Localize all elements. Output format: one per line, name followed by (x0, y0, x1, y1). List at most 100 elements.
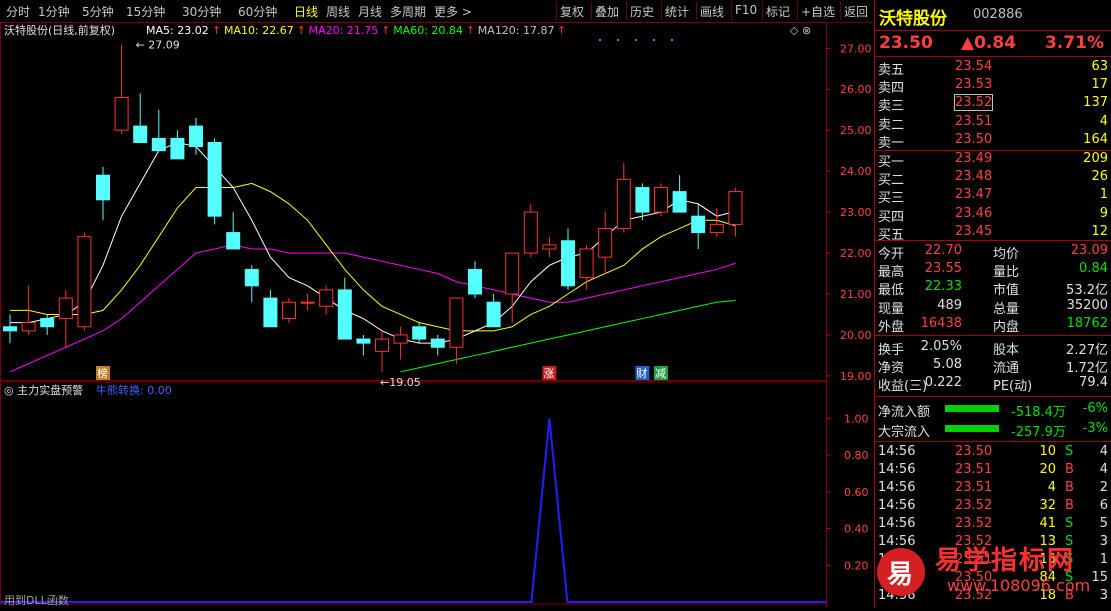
toolbar-action-6[interactable]: 标记 (766, 3, 790, 20)
bid-price: 23.49 (955, 151, 993, 166)
toolbar-action-3[interactable]: 统计 (665, 3, 689, 20)
candle-body (263, 297, 278, 328)
toolbar-action-1[interactable]: 叠加 (595, 3, 619, 20)
candle-body (207, 141, 222, 217)
period-tab-7[interactable]: 周线 (326, 3, 350, 20)
bid-price: 23.48 (955, 169, 993, 185)
ask-label: 卖五 (878, 63, 905, 78)
candle (561, 228, 575, 290)
candle (691, 203, 706, 249)
signal-dot (617, 39, 619, 41)
tick-side: B (1065, 498, 1074, 513)
stat-row: 净资 5.08 流通 1.72亿 (875, 356, 1111, 376)
period-tab-5[interactable]: 60分钟 (238, 3, 277, 20)
indicator-axis-label: 0.20 (844, 559, 869, 572)
dll-footer-label: 用到DLL函数 (4, 594, 69, 607)
toolbar-action-2[interactable]: 历史 (630, 3, 654, 20)
tick-volume: 4 (1047, 480, 1056, 495)
candle (523, 203, 538, 258)
flow-pct: -3% (1082, 421, 1108, 436)
price-axis-label: 27.00 (840, 42, 872, 55)
stat-row: 收益(三) 0.222 PE(动) 79.4 (875, 374, 1111, 395)
stat-label: 最低 (878, 283, 905, 299)
tick-count: 2 (1099, 480, 1108, 495)
stat-row: 换手 2.05% 股本 2.27亿 (875, 338, 1111, 358)
price-change: ▲0.84 (961, 33, 1017, 53)
candle-body (300, 301, 315, 304)
high-price-label: ← 27.09 (136, 39, 180, 52)
candle (3, 314, 17, 344)
tick-row[interactable]: 14:56 23.52 32 B 6 (875, 497, 1111, 515)
toolbar-action-0[interactable]: 复权 (560, 3, 584, 20)
ask-price: 23.51 (955, 113, 993, 129)
event-marker-label: 涨 (543, 367, 554, 380)
candle (337, 277, 352, 340)
candle (579, 244, 594, 290)
period-tab-8[interactable]: 月线 (358, 3, 382, 20)
period-tab-1[interactable]: 1分钟 (38, 3, 70, 20)
tick-row[interactable]: 14:56 23.50 10 S 4 (875, 443, 1111, 461)
period-tab-4[interactable]: 30分钟 (182, 3, 221, 20)
stat-value: 16438 (920, 315, 962, 331)
kline-chart-area[interactable]: 27.00 26.00 25.00 24.00 23.00 22.00 21.00 20.00… (0, 22, 874, 608)
candle-body (40, 318, 55, 328)
period-tab-6[interactable]: 日线 (294, 3, 318, 20)
tick-price: 23.52 (955, 516, 993, 531)
tick-price: 23.51 (955, 462, 993, 477)
period-tab-9[interactable]: 多周期 (390, 3, 426, 20)
toolbar-action-8[interactable]: 返回 (844, 3, 868, 20)
toolbar-action-4[interactable]: 画线 (700, 3, 724, 20)
price-axis-label: 25.00 (840, 124, 872, 137)
period-tab-2[interactable]: 5分钟 (82, 3, 114, 20)
candle (449, 297, 464, 364)
stat-label: 内盘 (993, 319, 1020, 335)
tick-row[interactable]: 14:56 23.51 4 B 2 (875, 479, 1111, 497)
candle (375, 330, 389, 372)
quote-panel: 沃特股份 002886 23.50 ▲0.84 3.71% 卖五 23.54 63 卖… (874, 0, 1111, 608)
tick-row[interactable]: 14:56 23.51 20 B 4 (875, 461, 1111, 479)
candle-body (598, 227, 613, 258)
tick-count: 15 (1091, 570, 1108, 585)
quote-price-row: 23.50 ▲0.84 3.71% (875, 32, 1111, 54)
period-tab-3[interactable]: 15分钟 (126, 3, 165, 20)
price-axis-label: 20.00 (840, 329, 872, 342)
candle-body (393, 334, 408, 344)
period-tab-10[interactable]: 更多 > (434, 3, 472, 20)
toolbar-separator (591, 2, 592, 20)
candle (672, 175, 687, 213)
stat-label: 现量 (878, 301, 905, 317)
stat-value: 22.33 (924, 279, 962, 295)
bid-volume: 209 (1083, 151, 1108, 166)
candle (170, 130, 185, 160)
indicator-plot-frame (0, 381, 827, 605)
indicator-title: ◎ 主力实盘预警 (4, 383, 83, 397)
stat-label: PE(动) (993, 379, 1033, 395)
price-axis-label: 26.00 (840, 83, 872, 96)
last-price: 23.50 (879, 33, 933, 53)
watermark-url: www.108096.com (947, 576, 1091, 595)
ma-label-2: MA20: 21.75 (309, 24, 379, 37)
tick-count: 1 (1099, 552, 1108, 567)
ask-label: 卖三 (878, 99, 905, 115)
watermark-logo-char: 易 (887, 560, 914, 590)
tick-count: 3 (1099, 534, 1108, 549)
tick-row[interactable]: 14:56 23.52 41 S 5 (875, 515, 1111, 533)
candle-body (375, 338, 389, 352)
kline-chart-svg[interactable]: 27.00 26.00 25.00 24.00 23.00 22.00 21.00 20.00… (0, 22, 874, 608)
toolbar-action-7[interactable]: +自选 (801, 3, 835, 20)
low-price-label: ←19.05 (380, 376, 421, 389)
candle-body (21, 322, 36, 332)
candle (412, 322, 427, 344)
period-tab-0[interactable]: 分时 (6, 3, 30, 20)
candle (226, 212, 241, 250)
divider (875, 441, 1111, 442)
bid-label: 买四 (878, 209, 905, 225)
toolbar-separator (626, 2, 627, 20)
toolbar-action-5[interactable]: F10 (735, 3, 757, 17)
diamond-icon[interactable]: ◇ ⊗ (790, 24, 811, 37)
tick-count: 6 (1099, 498, 1108, 513)
ma-arrow-icon: ↑ (212, 24, 221, 37)
candle (486, 294, 501, 328)
stat-label: 总量 (993, 301, 1020, 317)
candle-body (77, 236, 92, 328)
